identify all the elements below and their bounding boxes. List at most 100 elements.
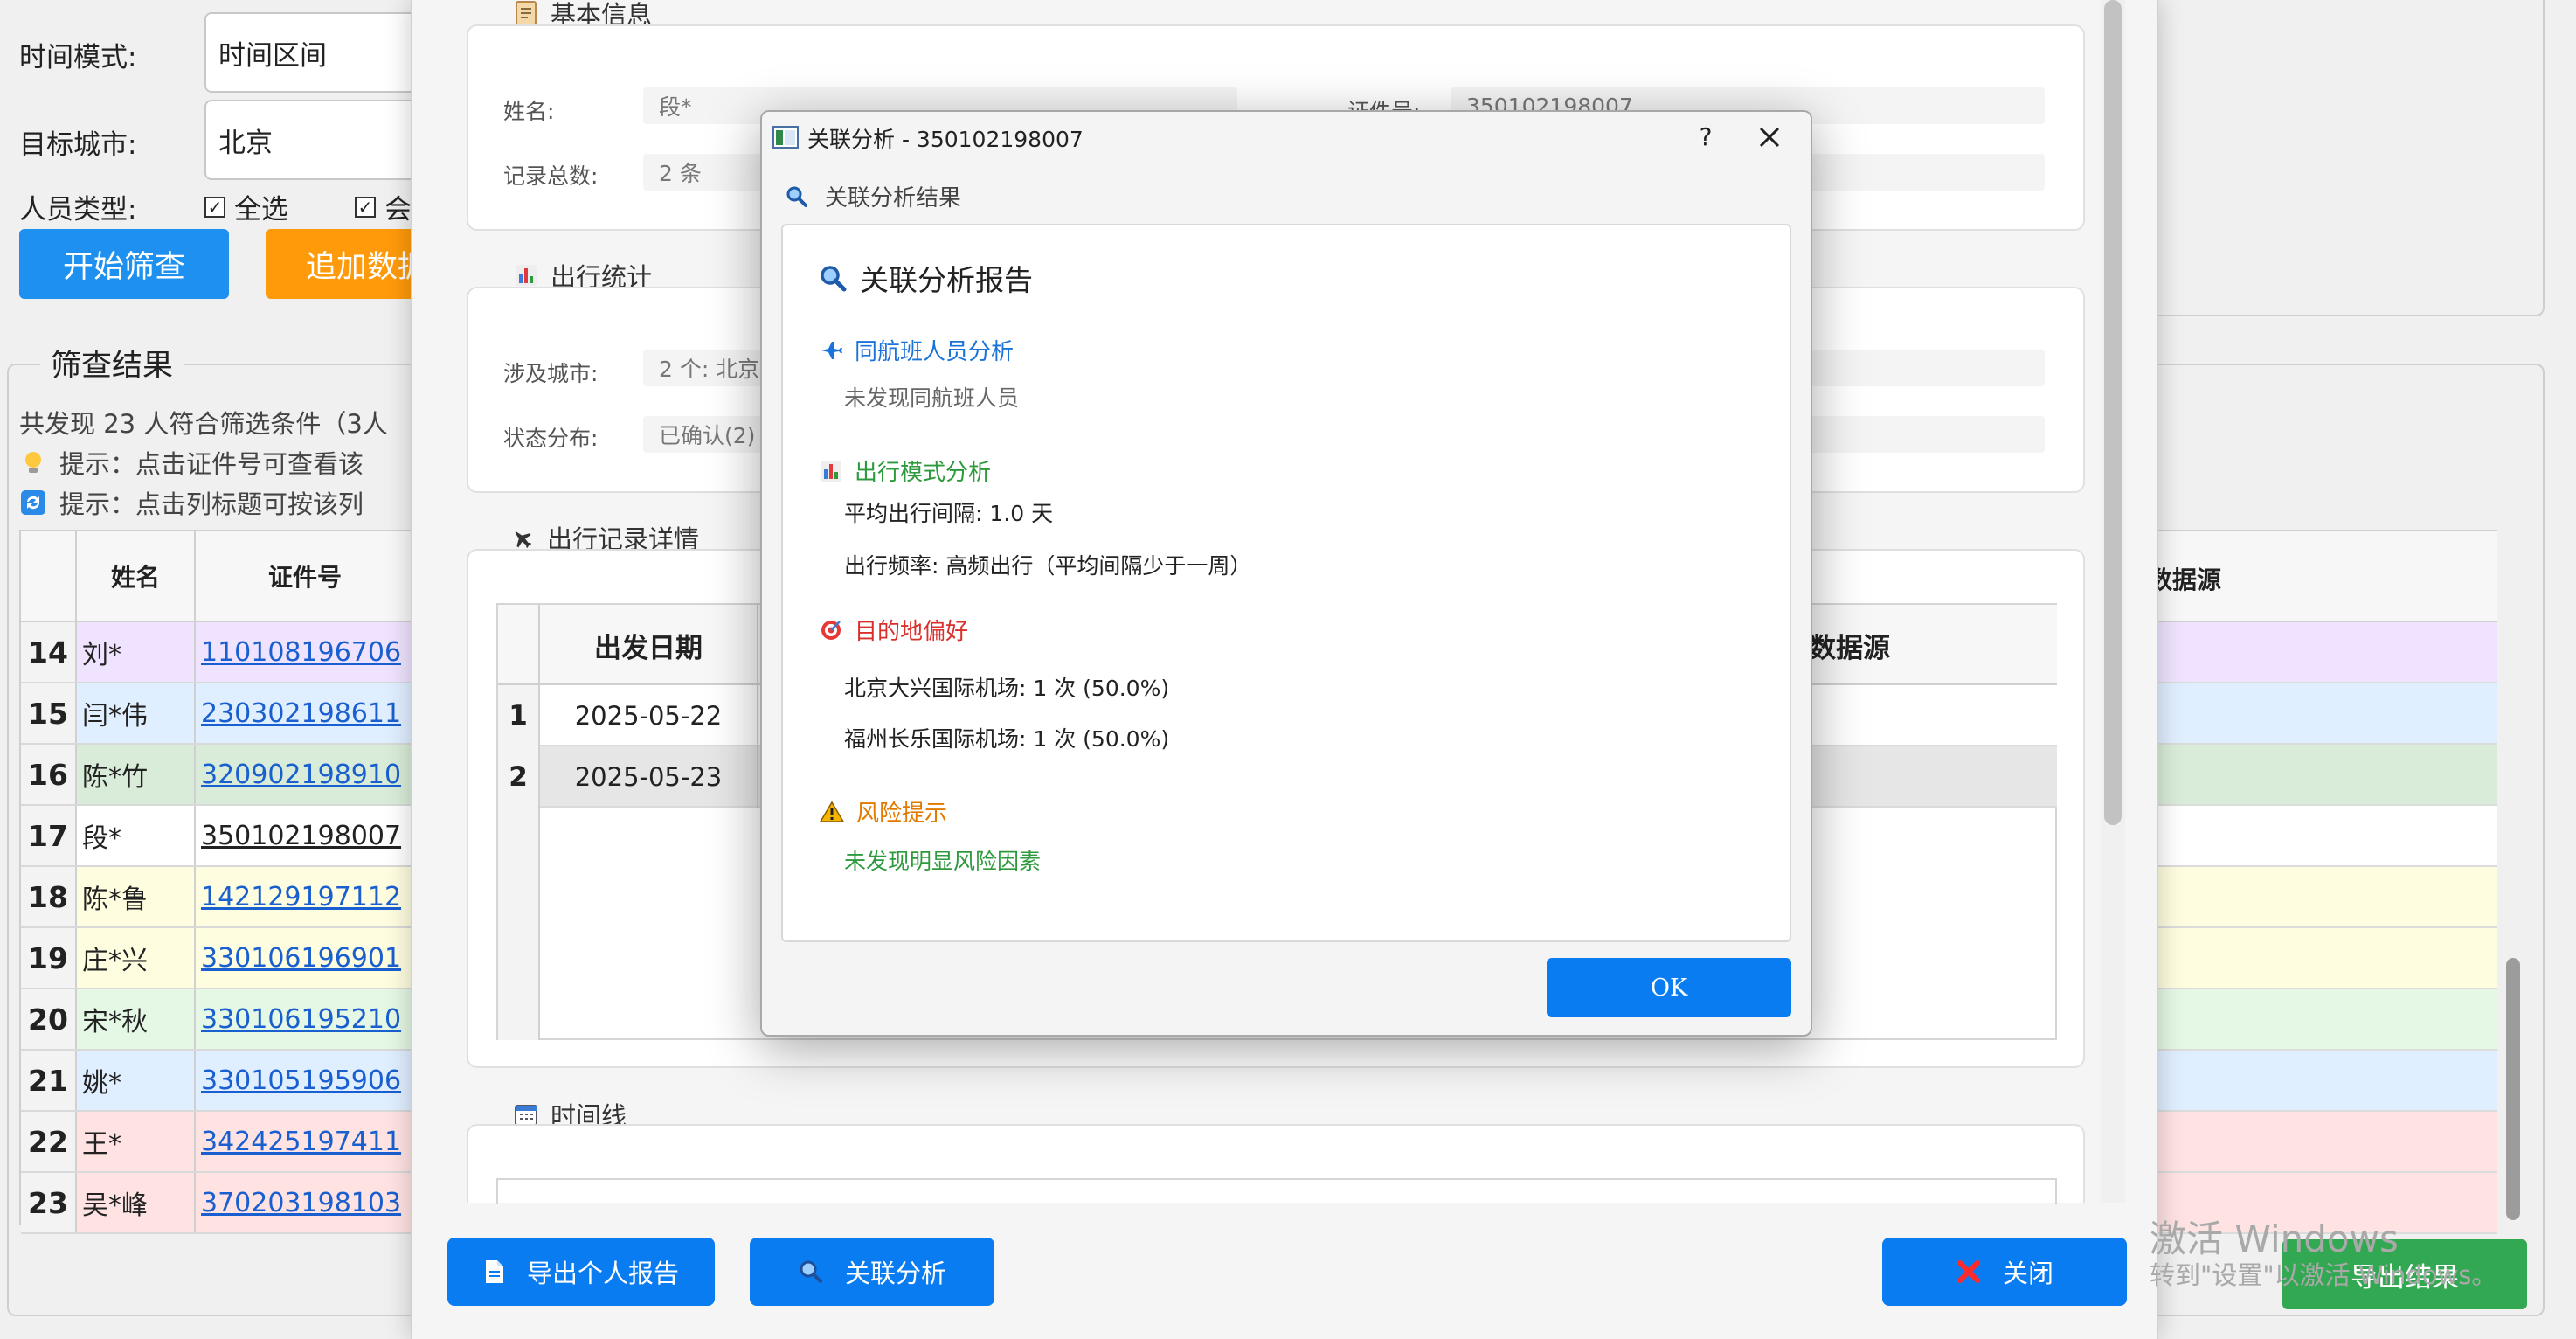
calendar-icon xyxy=(514,1102,538,1127)
timeline-section xyxy=(467,1124,2085,1204)
id-link[interactable]: 342425197411 xyxy=(196,1112,414,1171)
result-group-label: 关联分析结果 xyxy=(785,180,961,212)
select-all-checkbox[interactable]: ✓ 全选 xyxy=(204,187,288,226)
hint-click-id: 提示：点击证件号可查看该 xyxy=(19,444,364,481)
scrollbar-track[interactable] xyxy=(2101,0,2125,1203)
name-cell: 姚* xyxy=(77,1051,196,1110)
pattern-heading: 出行模式分析 xyxy=(820,454,991,487)
row-number: 14 xyxy=(21,622,77,682)
id-link[interactable]: 110108196706 xyxy=(196,622,414,682)
row-header-blank xyxy=(498,808,540,1040)
name-cell: 王* xyxy=(77,1112,196,1171)
airplane-icon xyxy=(510,525,535,550)
column-header-source[interactable]: 数据源 xyxy=(1809,605,1984,685)
activation-watermark-subtitle: 转到"设置"以激活 Windows。 xyxy=(2150,1260,2497,1290)
export-report-button[interactable]: 导出个人报告 xyxy=(447,1238,715,1306)
row-number: 19 xyxy=(21,928,77,988)
frequency-text: 出行频率: 高频出行（平均间隔少于一周） xyxy=(844,553,1252,579)
heading-text: 出行模式分析 xyxy=(855,460,992,486)
start-screening-button[interactable]: 开始筛查 xyxy=(19,229,229,299)
button-label: 关联分析 xyxy=(844,1259,946,1288)
scrollbar-thumb[interactable] xyxy=(2104,0,2122,825)
table-row[interactable]: 15 闫*伟 230302198611 xyxy=(21,683,414,745)
name-cell: 闫*伟 xyxy=(77,683,196,743)
close-icon[interactable] xyxy=(1756,124,1783,150)
id-link[interactable]: 350102198007 xyxy=(196,806,414,865)
target-icon xyxy=(820,619,842,642)
hint-text: 提示：点击列标题可按该列 xyxy=(59,489,364,519)
person-type-label: 人员类型: xyxy=(19,194,137,225)
name-label: 姓名: xyxy=(503,99,555,124)
id-link[interactable]: 230302198611 xyxy=(196,683,414,743)
table-row[interactable]: 20 宋*秋 330106195210 xyxy=(21,989,414,1051)
ok-button[interactable]: OK xyxy=(1547,958,1791,1017)
cities-label: 涉及城市: xyxy=(503,361,599,386)
name-cell: 庄*兴 xyxy=(77,928,196,988)
report-title: 关联分析报告 xyxy=(818,257,1033,299)
id-link[interactable]: 370203198103 xyxy=(196,1173,414,1232)
warning-icon xyxy=(820,801,844,823)
column-header-date[interactable]: 出发日期 xyxy=(540,605,758,685)
timeline-view[interactable] xyxy=(496,1178,2057,1204)
select-all-label: 全选 xyxy=(234,194,288,225)
date-cell: 2025-05-22 xyxy=(540,685,758,746)
results-summary: 共发现 23 人符合筛选条件（3人 xyxy=(19,409,388,439)
table-row[interactable]: 22 王* 342425197411 xyxy=(21,1112,414,1173)
table-row[interactable]: 14 刘* 110108196706 xyxy=(21,622,414,683)
id-link[interactable]: 330106196901 xyxy=(196,928,414,988)
risk-heading: 风险提示 xyxy=(820,795,947,828)
corner-cell xyxy=(21,531,77,621)
table-row[interactable]: 19 庄*兴 330106196901 xyxy=(21,928,414,989)
results-table[interactable]: 姓名 证件号 14 刘* 110108196706 15 闫*伟 230302198611… xyxy=(19,530,414,1234)
time-mode-label: 时间模式: xyxy=(19,42,137,73)
destination-heading: 目的地偏好 xyxy=(820,614,968,646)
help-button[interactable]: ? xyxy=(1688,119,1723,154)
column-header-name[interactable]: 姓名 xyxy=(77,531,196,621)
table-row[interactable]: 18 陈*鲁 142129197112 xyxy=(21,867,414,928)
id-link[interactable]: 330106195210 xyxy=(196,989,414,1049)
option2-checkbox[interactable]: ✓ 会 xyxy=(355,187,412,226)
results-title: 筛查结果 xyxy=(40,341,184,385)
search-icon xyxy=(798,1259,824,1285)
close-icon xyxy=(1956,1259,1982,1285)
row-number: 16 xyxy=(21,745,77,804)
window-icon xyxy=(772,126,799,149)
count-label: 记录总数: xyxy=(503,163,599,189)
table-row[interactable]: 17 段* 350102198007 xyxy=(21,806,414,867)
association-analysis-button[interactable]: 关联分析 xyxy=(750,1238,994,1306)
bar-chart-icon xyxy=(820,460,842,482)
id-link[interactable]: 330105195906 xyxy=(196,1051,414,1110)
scrollbar-thumb[interactable] xyxy=(2506,958,2520,1220)
column-header-source[interactable]: 数据源 xyxy=(2148,561,2221,596)
bar-chart-icon xyxy=(514,263,538,288)
time-mode-select[interactable]: 时间区间 xyxy=(204,12,432,93)
heading-text: 风险提示 xyxy=(856,801,948,827)
companion-text: 未发现同航班人员 xyxy=(844,385,1020,411)
row-number: 18 xyxy=(21,867,77,926)
risk-text: 未发现明显风险因素 xyxy=(844,849,1042,874)
table-row[interactable]: 23 吴*峰 370203198103 xyxy=(21,1173,414,1234)
row-number: 22 xyxy=(21,1112,77,1171)
close-button[interactable]: 关闭 xyxy=(1882,1238,2127,1306)
search-icon xyxy=(818,263,848,293)
scrollbar-track[interactable] xyxy=(2501,531,2525,1227)
row-number: 2 xyxy=(498,746,540,808)
result-label: 关联分析结果 xyxy=(825,185,962,212)
report-title-text: 关联分析报告 xyxy=(860,263,1033,297)
id-link[interactable]: 320902198910 xyxy=(196,745,414,804)
table-row[interactable]: 16 陈*竹 320902198910 xyxy=(21,745,414,806)
checkbox-box[interactable]: ✓ xyxy=(204,196,225,218)
city-input[interactable]: 北京 xyxy=(204,100,432,180)
id-link[interactable]: 142129197112 xyxy=(196,867,414,926)
name-cell: 刘* xyxy=(77,622,196,682)
avg-interval-text: 平均出行间隔: 1.0 天 xyxy=(844,501,1054,526)
name-cell: 吴*峰 xyxy=(77,1173,196,1232)
association-analysis-dialog: 关联分析 - 350102198007 ? 关联分析结果 关联分析报告 同航班人… xyxy=(760,110,1812,1037)
checkbox-box[interactable]: ✓ xyxy=(355,196,376,218)
city-label: 目标城市: xyxy=(19,129,137,161)
column-header-id[interactable]: 证件号 xyxy=(196,531,414,621)
dialog-titlebar[interactable]: 关联分析 - 350102198007 ? xyxy=(762,112,1811,163)
table-row[interactable]: 21 姚* 330105195906 xyxy=(21,1051,414,1112)
date-cell: 2025-05-23 xyxy=(540,746,758,808)
row-number: 1 xyxy=(498,685,540,746)
